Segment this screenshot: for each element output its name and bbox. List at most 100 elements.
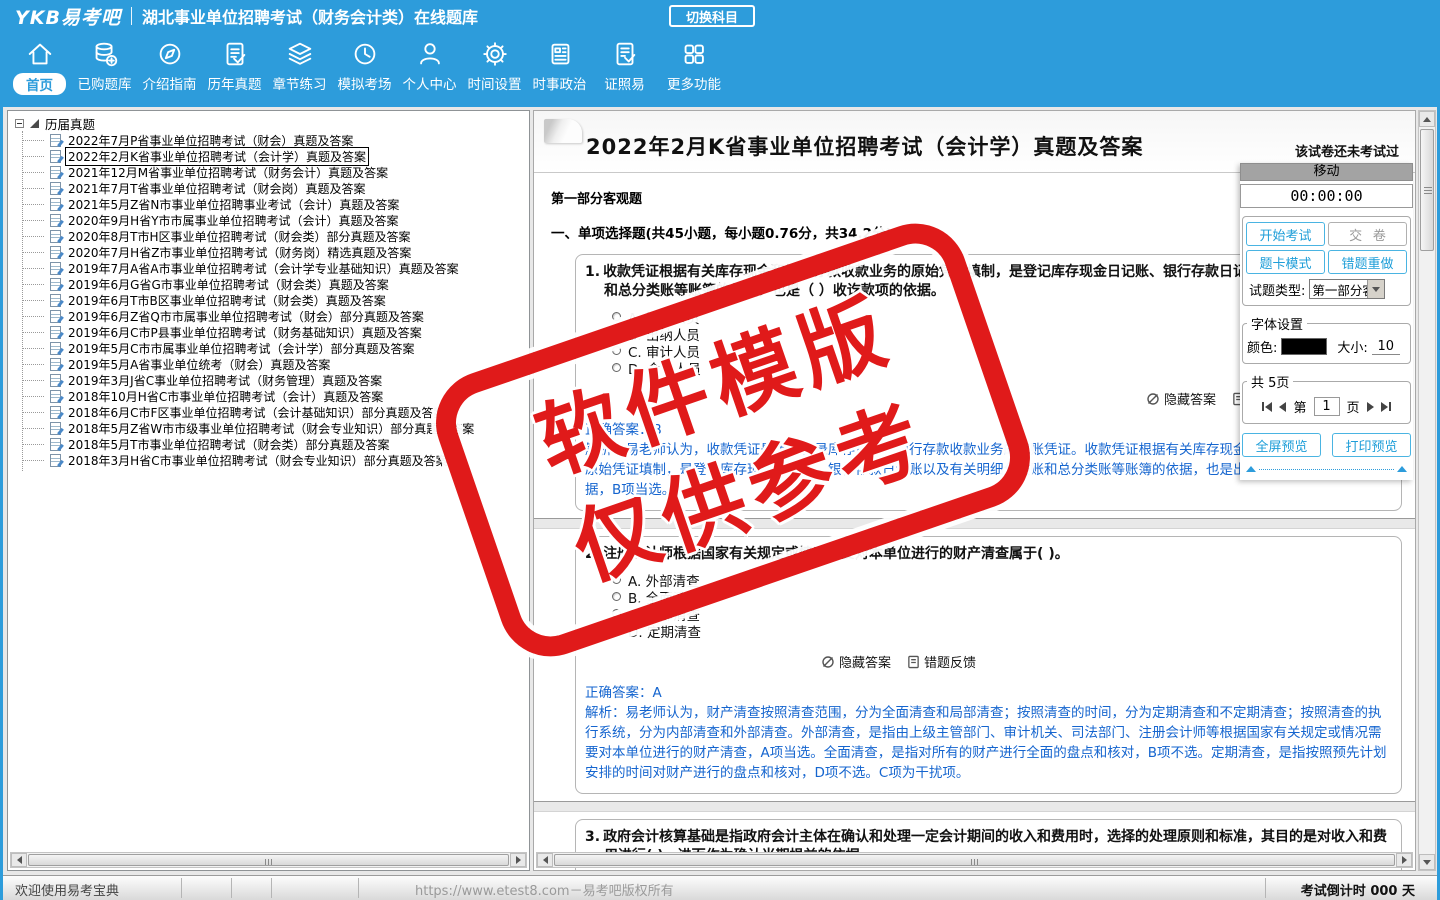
tree-item[interactable]: 2019年5月A省事业单位统考（财会）真题及答案 [8, 356, 529, 372]
radio-button[interactable] [612, 626, 621, 635]
toolbar-item-guide[interactable]: 介绍指南 [137, 38, 202, 93]
tree-item[interactable]: 2020年9月H省Y市市属事业单位招聘考试（会计）真题及答案 [8, 212, 529, 228]
sidebar-horizontal-scrollbar[interactable] [10, 852, 527, 868]
switch-subject-button[interactable]: 切换科目 [669, 5, 755, 27]
radio-button[interactable] [612, 592, 621, 601]
question-text: 2. 注册会计师根据国家有关规定或情况需要对本单位进行的财产清查属于( )。 [585, 546, 1069, 562]
prev-page-button[interactable] [1279, 401, 1287, 412]
tree-item[interactable]: 2019年6月C市P县事业单位招聘考试（财务基础知识）真题及答案 [8, 324, 529, 340]
tree-item-selected[interactable]: 2022年2月K省事业单位招聘考试（会计学）真题及答案 [8, 146, 529, 166]
answer-card-mode-button[interactable]: 题卡模式 [1246, 250, 1325, 274]
total-pages-legend: 共 5页 [1251, 376, 1290, 391]
tree-item[interactable]: 2019年5月C市市属事业单位招聘考试（会计学）部分真题及答案 [8, 340, 529, 356]
toolbar-item-more-functions[interactable]: 更多功能 [657, 38, 731, 93]
scrollbar-thumb[interactable] [554, 854, 1395, 866]
radio-button[interactable] [612, 346, 621, 355]
tree-root-past-papers[interactable]: 历届真题 [8, 115, 529, 132]
tree-item[interactable]: 2018年5月T市事业单位招聘考试（财会类）部分真题及答案 [8, 436, 529, 452]
tree-item[interactable]: 2022年7月P省事业单位招聘考试（财会）真题及答案 [8, 132, 529, 148]
toolbar-item-personal-center[interactable]: 个人中心 [397, 38, 462, 93]
panel-resize-slider[interactable] [1246, 466, 1407, 472]
question-type-label: 试题类型: [1249, 283, 1306, 299]
first-page-button[interactable] [1262, 401, 1273, 412]
page-number-input[interactable] [1313, 397, 1340, 416]
folder-icon [30, 119, 39, 128]
submit-paper-button[interactable]: 交 卷 [1328, 222, 1407, 246]
radio-button[interactable] [612, 312, 621, 321]
radio-button[interactable] [612, 575, 621, 584]
document-check-icon [219, 38, 251, 70]
toolbar-item-chapter-practice[interactable]: 章节练习 [267, 38, 332, 93]
toolbar-item-past-papers[interactable]: 历年真题 [202, 38, 267, 93]
feedback-icon [908, 655, 919, 668]
chevron-down-icon [1372, 286, 1381, 292]
tree-item[interactable]: 2018年10月H省C市事业单位招聘考试（会计）真题及答案 [8, 388, 529, 404]
radio-button[interactable] [612, 363, 621, 372]
tree-item[interactable]: 2019年7月A省A市事业单位招聘考试（会计学专业基础知识）真题及答案 [8, 260, 529, 276]
exam-paper-icon [50, 261, 61, 275]
toolbar-item-home[interactable]: 首页 [7, 38, 72, 95]
hide-answer-button[interactable]: 隐藏答案 [1146, 389, 1216, 408]
scroll-right-button[interactable] [1396, 853, 1412, 867]
tree-item[interactable]: 2019年6月G省G市事业单位招聘考试（财会类）真题及答案 [8, 276, 529, 292]
toolbar-item-purchased-banks[interactable]: 已购题库 [72, 38, 137, 93]
exam-buttons-group: 开始考试 交 卷 题卡模式 错题重做 试题类型: 第一部分客观题 [1242, 216, 1411, 306]
app-subtitle: 湖北事业单位招聘考试（财务会计类）在线题库 [141, 8, 478, 27]
tree-item[interactable]: 2018年5月Z省W市市级事业单位招聘考试（财会专业知识）部分真题及答案 [8, 420, 529, 436]
scroll-up-button[interactable] [1419, 111, 1435, 127]
collapse-icon[interactable] [15, 119, 24, 128]
tree-item[interactable]: 2021年12月M省事业单位招聘考试（财务会计）真题及答案 [8, 164, 529, 180]
tree-item[interactable]: 2021年5月Z省N市事业单位招聘事业考试（会计）真题及答案 [8, 196, 529, 212]
welcome-text: 欢迎使用易考宝典 [15, 884, 120, 899]
wrong-feedback-button[interactable]: 错题反馈 [907, 652, 976, 671]
tree-item[interactable]: 2018年3月H省C市事业单位招聘考试（财会专业知识）部分真题及答案 [8, 452, 529, 468]
main-vertical-scrollbar[interactable] [1418, 110, 1436, 871]
toolbar-item-certificate[interactable]: 证照易 [592, 38, 657, 93]
toolbar-item-current-affairs[interactable]: 时事政治 [527, 38, 592, 93]
content-horizontal-scrollbar[interactable] [536, 852, 1413, 868]
exam-timer: 00:00:00 [1240, 184, 1413, 208]
tree-item[interactable]: 2021年7月T省事业单位招聘考试（财会岗）真题及答案 [8, 180, 529, 196]
scroll-left-button[interactable] [11, 853, 27, 867]
scrollbar-thumb[interactable] [28, 854, 509, 866]
tree-item[interactable]: 2019年6月T市B区事业单位招聘考试（财会类）真题及答案 [8, 292, 529, 308]
option-b[interactable]: B. 全面清查 [612, 588, 1389, 607]
person-icon [414, 38, 446, 70]
redo-wrong-questions-button[interactable]: 错题重做 [1328, 250, 1407, 274]
toolbar-item-mock-exam[interactable]: 模拟考场 [332, 38, 397, 93]
last-page-button[interactable] [1380, 401, 1391, 412]
panel-drag-handle[interactable]: 移动 [1240, 163, 1413, 181]
option-a[interactable]: A. 外部清查 [612, 571, 1389, 590]
question-type-select[interactable]: 第一部分客观题 [1309, 279, 1386, 299]
option-c[interactable]: C. 局部清查 [612, 605, 1389, 624]
font-color-swatch[interactable] [1281, 338, 1328, 355]
dropdown-button[interactable] [1367, 280, 1385, 298]
toolbar-item-time-settings[interactable]: 时间设置 [462, 38, 527, 93]
tree-item[interactable]: 2018年6月C市F区事业单位招聘考试（会计基础知识）部分真题及答案 [8, 404, 529, 420]
scroll-right-button[interactable] [510, 853, 526, 867]
scroll-down-button[interactable] [1419, 854, 1435, 870]
tree-item[interactable]: 2020年7月H省Z市事业单位招聘考试（财务岗）精选真题及答案 [8, 244, 529, 260]
scrollbar-thumb[interactable] [1420, 129, 1434, 251]
options-list: A. 外部清查 B. 全面清查 C. 局部清查 D. 定期清查 [612, 571, 1389, 641]
option-d[interactable]: D. 定期清查 [612, 622, 1389, 641]
tree-item[interactable]: 2019年6月Z省Q市市属事业单位招聘考试（财会）部分真题及答案 [8, 308, 529, 324]
fullscreen-preview-button[interactable]: 全屏预览 [1242, 433, 1321, 457]
exam-paper-icon [50, 421, 61, 435]
print-preview-button[interactable]: 打印预览 [1332, 433, 1411, 457]
home-icon [24, 38, 56, 70]
next-page-button[interactable] [1366, 401, 1374, 412]
slider-handle-icon[interactable] [1397, 466, 1407, 472]
slider-handle-icon[interactable] [1246, 466, 1256, 472]
start-exam-button[interactable]: 开始考试 [1246, 222, 1325, 246]
tree-item[interactable]: 2019年3月J省C事业单位招聘考试（财务管理）真题及答案 [8, 372, 529, 388]
grid-icon [678, 38, 710, 70]
tree-item[interactable]: 2020年8月T市H区事业单位招聘考试（财会类）部分真题及答案 [8, 228, 529, 244]
radio-button[interactable] [612, 609, 621, 618]
titlebar-divider [130, 7, 132, 25]
hide-answer-button[interactable]: 隐藏答案 [821, 652, 891, 671]
font-size-input[interactable] [1371, 338, 1400, 355]
radio-button[interactable] [612, 329, 621, 338]
question-actions: 隐藏答案 错题反馈 [585, 652, 976, 671]
scroll-left-button[interactable] [537, 853, 553, 867]
